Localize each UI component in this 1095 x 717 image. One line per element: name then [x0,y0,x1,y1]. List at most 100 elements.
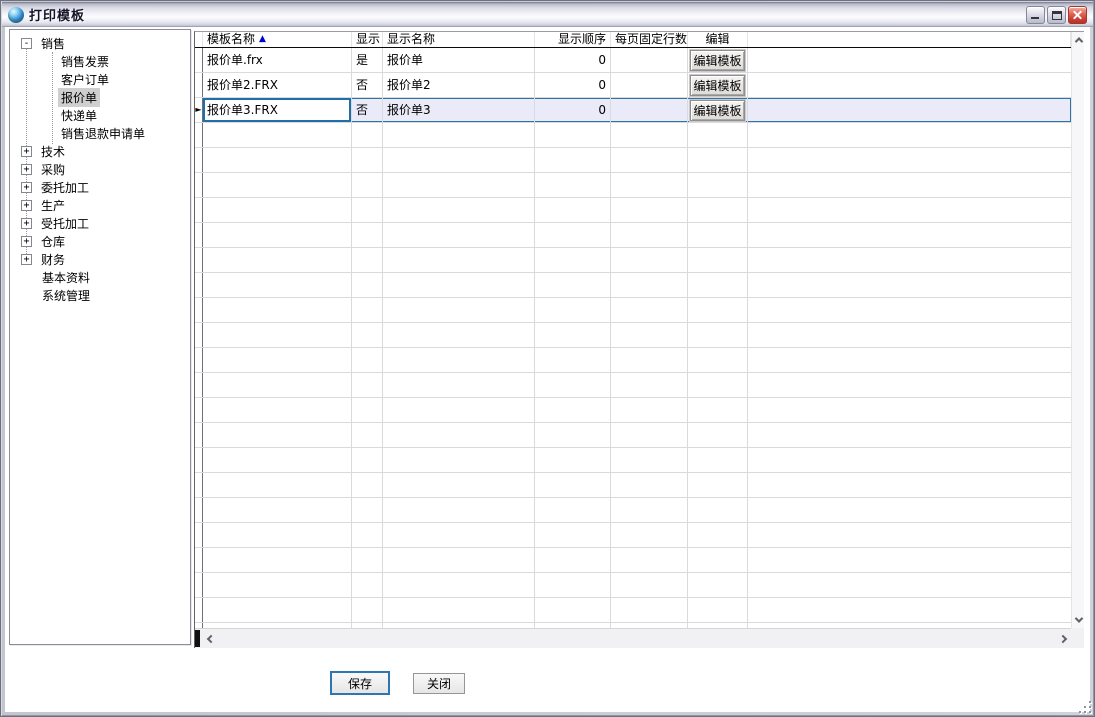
cell-display-order[interactable] [535,198,611,222]
column-header[interactable]: 每页固定行数 [611,32,688,47]
cell-show-flag[interactable]: 否 [352,98,383,122]
table-row[interactable]: 报价单.frx是报价单0编辑模板 [195,48,1071,73]
collapse-icon[interactable]: - [21,38,32,49]
cell-display-order[interactable]: 0 [535,73,611,97]
cell-show-flag[interactable] [352,273,383,297]
expand-icon[interactable]: + [21,182,32,193]
cell-display-order[interactable] [535,323,611,347]
cell-template-name[interactable] [203,273,352,297]
tree-item[interactable]: 销售退款申请单 [10,124,190,142]
cell-fixed-rows[interactable] [611,573,688,597]
cell-template-name[interactable]: 报价单3.FRX [203,98,352,122]
empty-table-row[interactable] [195,248,1071,273]
cell-template-name[interactable] [203,523,352,547]
empty-table-row[interactable] [195,523,1071,548]
cell-template-name[interactable] [203,148,352,172]
empty-table-row[interactable] [195,348,1071,373]
column-header[interactable]: 模板名称▲ [203,32,352,47]
empty-table-row[interactable] [195,148,1071,173]
cell-template-name[interactable] [203,398,352,422]
empty-table-row[interactable] [195,473,1071,498]
cell-template-name[interactable] [203,173,352,197]
cell-display-order[interactable] [535,448,611,472]
expand-icon[interactable]: + [21,146,32,157]
scroll-up-button[interactable] [1072,32,1084,48]
cell-fixed-rows[interactable] [611,198,688,222]
empty-table-row[interactable] [195,573,1071,598]
cell-template-name[interactable] [203,548,352,572]
scroll-right-button[interactable] [1054,629,1071,648]
cell-display-order[interactable] [535,423,611,447]
tree-item[interactable]: +受托加工 [10,214,190,232]
cell-template-name[interactable] [203,573,352,597]
empty-table-row[interactable] [195,198,1071,223]
tree-item[interactable]: +委托加工 [10,178,190,196]
cell-fixed-rows[interactable] [611,498,688,522]
empty-table-row[interactable] [195,273,1071,298]
cell-display-order[interactable] [535,348,611,372]
cell-display-name[interactable] [383,148,535,172]
cell-show-flag[interactable] [352,148,383,172]
empty-table-row[interactable] [195,498,1071,523]
edit-template-button[interactable]: 编辑模板 [690,100,745,121]
vertical-scrollbar[interactable] [1071,32,1084,628]
empty-table-row[interactable] [195,223,1071,248]
cell-show-flag[interactable] [352,598,383,622]
empty-table-row[interactable] [195,548,1071,573]
tree-item[interactable]: 基本资料 [10,268,190,286]
expand-icon[interactable]: + [21,254,32,265]
title-bar[interactable]: 打印模板 [2,2,1093,27]
scroll-down-button[interactable] [1072,612,1084,628]
cell-fixed-rows[interactable] [611,448,688,472]
expand-icon[interactable]: + [21,164,32,175]
cell-display-name[interactable] [383,173,535,197]
tree-item[interactable]: 客户订单 [10,70,190,88]
cell-display-order[interactable] [535,398,611,422]
cell-display-order[interactable] [535,148,611,172]
cell-display-order[interactable] [535,223,611,247]
horizontal-scrollbar[interactable] [195,628,1071,648]
cell-show-flag[interactable] [352,448,383,472]
cell-display-name[interactable] [383,398,535,422]
tree-item[interactable]: +采购 [10,160,190,178]
cell-template-name[interactable] [203,123,352,147]
empty-table-row[interactable] [195,323,1071,348]
empty-table-row[interactable] [195,398,1071,423]
column-header[interactable]: 显示顺序 [535,32,611,47]
close-button[interactable] [1068,6,1087,24]
cell-fixed-rows[interactable] [611,423,688,447]
cell-show-flag[interactable] [352,573,383,597]
cell-display-name[interactable] [383,373,535,397]
cell-display-name[interactable] [383,498,535,522]
cell-fixed-rows[interactable] [611,98,688,122]
cell-show-flag[interactable]: 是 [352,48,383,72]
column-header[interactable]: 显示名称 [383,32,535,47]
tree-item[interactable]: 快递单 [10,106,190,124]
empty-table-row[interactable] [195,173,1071,198]
save-button[interactable]: 保存 [330,671,390,695]
cell-display-order[interactable]: 0 [535,98,611,122]
cell-fixed-rows[interactable] [611,148,688,172]
empty-table-row[interactable] [195,598,1071,623]
cell-display-order[interactable] [535,573,611,597]
cell-display-name[interactable] [383,273,535,297]
cell-template-name[interactable] [203,448,352,472]
cell-template-name[interactable] [203,223,352,247]
cell-display-name[interactable]: 报价单2 [383,73,535,97]
cell-show-flag[interactable] [352,323,383,347]
resize-grip[interactable] [1078,700,1092,714]
cell-show-flag[interactable] [352,473,383,497]
cell-display-name[interactable] [383,298,535,322]
cell-show-flag[interactable] [352,173,383,197]
cell-display-order[interactable] [535,273,611,297]
table-row[interactable]: ►报价单3.FRX否报价单30编辑模板 [195,98,1071,123]
empty-table-row[interactable] [195,123,1071,148]
expand-icon[interactable]: + [21,218,32,229]
tree-item[interactable]: 系统管理 [10,286,190,304]
minimize-button[interactable] [1026,6,1045,24]
empty-table-row[interactable] [195,298,1071,323]
column-header[interactable]: 显示 [352,32,383,47]
horizontal-scroll-thumb[interactable] [195,630,200,647]
cell-show-flag[interactable] [352,348,383,372]
cell-display-name[interactable] [383,248,535,272]
